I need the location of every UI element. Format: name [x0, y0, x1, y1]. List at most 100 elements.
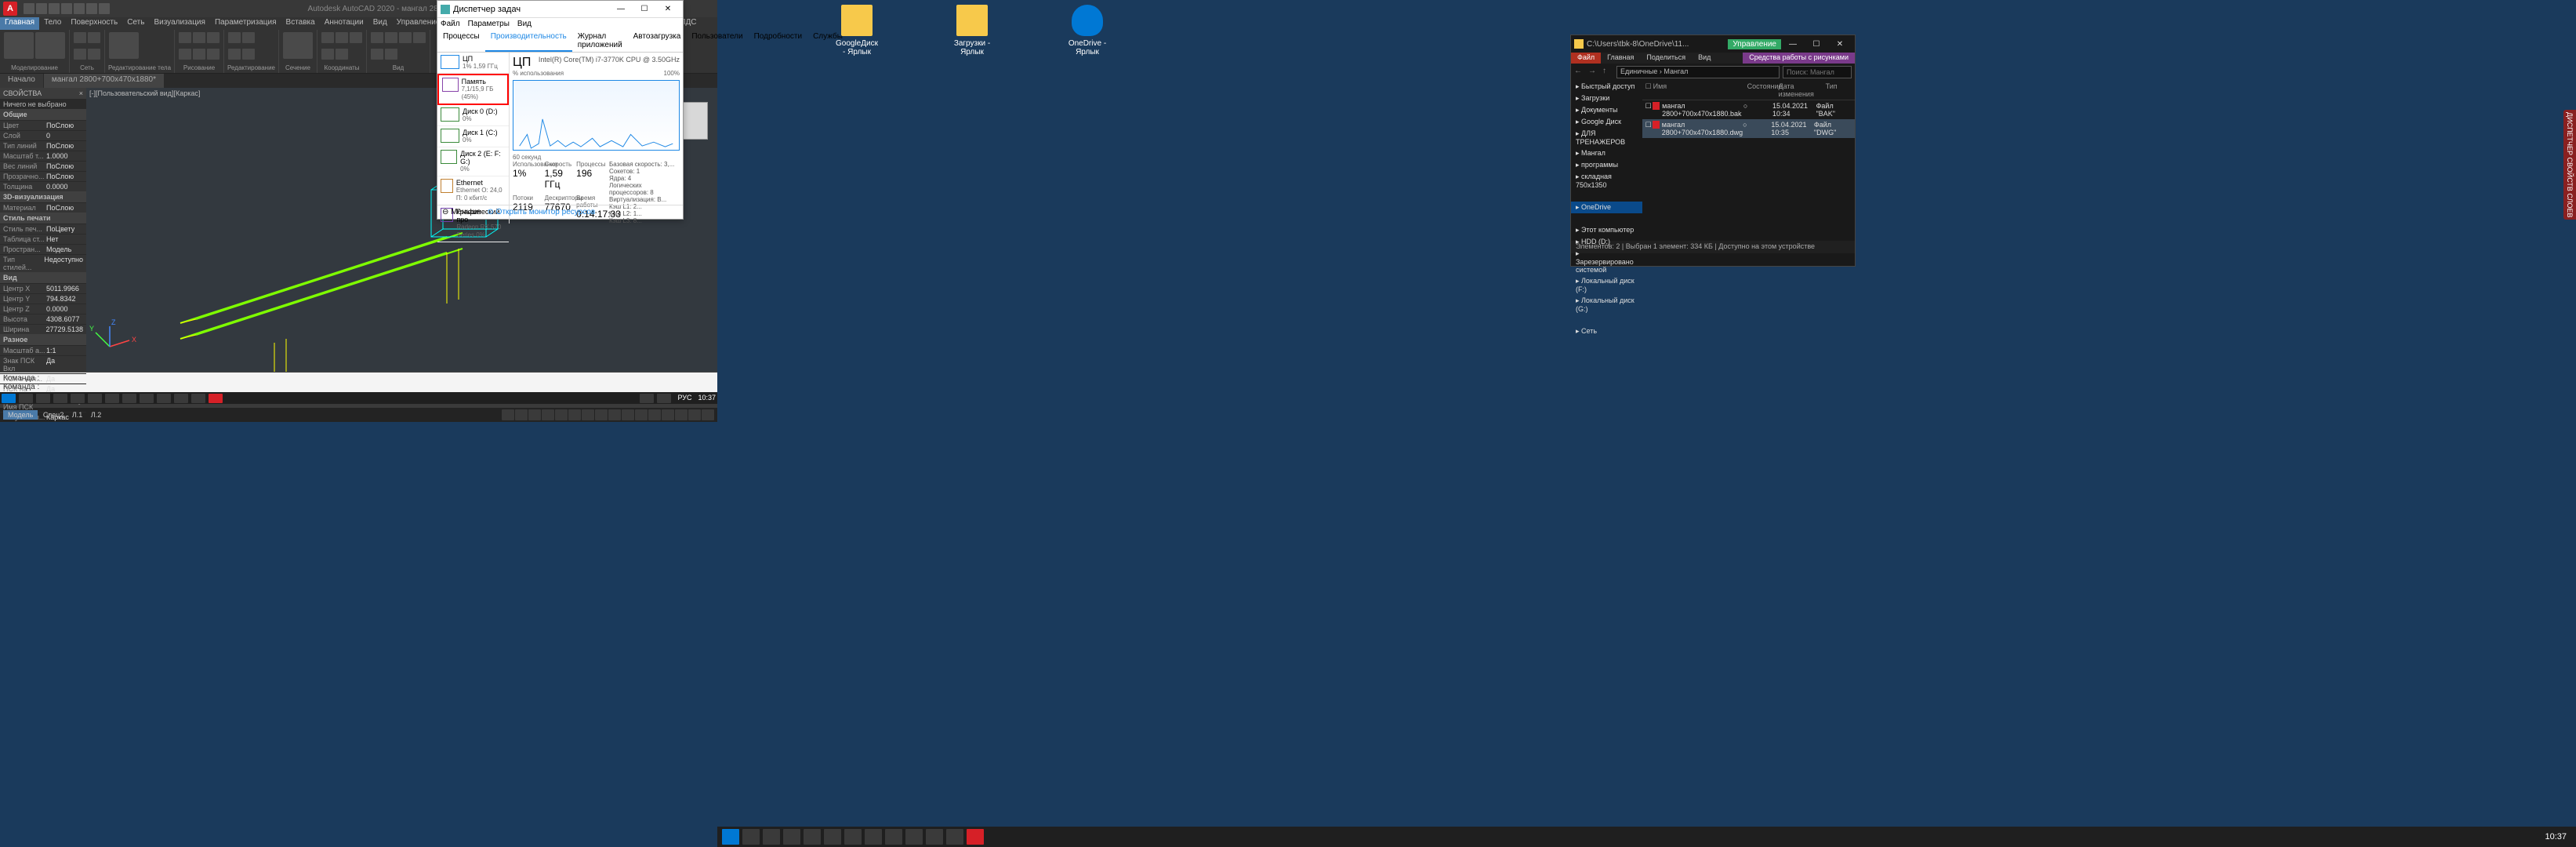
- tree-item[interactable]: ▸ ДЛЯ ТРЕНАЖЕРОВ: [1571, 128, 1642, 147]
- tm-sidebar-item[interactable]: Диск 0 (D:)0%: [437, 105, 509, 126]
- qat-btn[interactable]: [49, 3, 60, 14]
- prop-row[interactable]: Высота4308.6077: [0, 314, 86, 324]
- tab-file[interactable]: мангал 2800+700х470х1880*: [44, 74, 164, 88]
- prop-row[interactable]: ЦветПоСлою: [0, 120, 86, 130]
- prop-row[interactable]: Масштаб т...1.0000: [0, 151, 86, 161]
- tree-item[interactable]: ▸ Google Диск: [1571, 116, 1642, 128]
- prop-row[interactable]: Вес линийПоСлою: [0, 161, 86, 171]
- tree-item[interactable]: ▸ Сеть: [1571, 325, 1642, 337]
- maximize-button[interactable]: ☐: [633, 5, 656, 13]
- rib-btn[interactable]: [4, 32, 34, 59]
- tree-item[interactable]: [1571, 314, 1642, 325]
- taskbar-m2[interactable]: 10:37: [717, 827, 2576, 847]
- qat-btn[interactable]: [99, 3, 110, 14]
- lang-indicator[interactable]: РУС: [674, 394, 695, 403]
- file-row[interactable]: ☐мангал 2800+700х470х1880.dwg○15.04.2021…: [1642, 119, 1855, 138]
- clock[interactable]: 10:37: [2538, 832, 2573, 842]
- prop-row[interactable]: Таблица ст...Нет: [0, 234, 86, 244]
- file-row[interactable]: ☐мангал 2800+700х470х1880.bak○15.04.2021…: [1642, 100, 1855, 119]
- tm-sidebar-item[interactable]: Память7,1/15,9 ГБ (45%): [437, 74, 509, 105]
- maximize-button[interactable]: ☐: [1805, 40, 1828, 49]
- prop-row[interactable]: Тип стилей...Недоступно: [0, 254, 86, 272]
- prop-row[interactable]: Ширина27729.5138: [0, 324, 86, 334]
- minimize-button[interactable]: —: [609, 5, 633, 13]
- rib-btn[interactable]: [88, 32, 100, 43]
- prop-row[interactable]: Центр X5011.9966: [0, 283, 86, 293]
- tree-item[interactable]: ▸ Быстрый доступ: [1571, 81, 1642, 93]
- tab[interactable]: Визуализация: [149, 17, 209, 30]
- tree-item[interactable]: ▸ Зарезервировано системой: [1571, 248, 1642, 275]
- prop-row[interactable]: Простран...Модель: [0, 244, 86, 254]
- model-tab[interactable]: Модель: [3, 410, 38, 420]
- less-button[interactable]: ⊖ Меньше: [442, 208, 481, 216]
- tab[interactable]: Тело: [39, 17, 66, 30]
- tm-sidebar: ЦП1% 1,59 ГГцПамять7,1/15,9 ГБ (45%)Диск…: [437, 53, 510, 224]
- tm-sidebar-item[interactable]: Диск 1 (C:)0%: [437, 126, 509, 147]
- tab[interactable]: Вставка: [281, 17, 320, 30]
- qat-btn[interactable]: [24, 3, 34, 14]
- desktop-icon[interactable]: Загрузки - Ярлык: [949, 5, 996, 56]
- tm-sidebar-item[interactable]: Диск 2 (E: F: G:)0%: [437, 147, 509, 176]
- tree-item[interactable]: ▸ Документы: [1571, 104, 1642, 116]
- tb-btn[interactable]: [19, 394, 33, 403]
- start-button[interactable]: [2, 394, 16, 403]
- rib-btn[interactable]: [74, 32, 86, 43]
- prop-row[interactable]: Знак ПСК ВклДа: [0, 355, 86, 373]
- qat-btn[interactable]: [61, 3, 72, 14]
- tree-item[interactable]: ▸ Локальный диск (F:): [1571, 275, 1642, 295]
- prop-row[interactable]: Тип линийПоСлою: [0, 140, 86, 151]
- tree-item[interactable]: [1571, 191, 1642, 202]
- taskbar-m1[interactable]: РУС 10:37: [0, 392, 717, 404]
- rib-btn[interactable]: [109, 32, 139, 59]
- close-button[interactable]: ✕: [1828, 40, 1852, 49]
- tab-main[interactable]: Главная: [0, 17, 39, 30]
- prop-row[interactable]: Слой0: [0, 130, 86, 140]
- prop-row[interactable]: Центр Y794.8342: [0, 293, 86, 304]
- layer-manager-tab[interactable]: ДИСПЕТЧЕР СВОЙСТВ СЛОЕВ: [2563, 110, 2576, 220]
- close-icon[interactable]: ×: [79, 89, 83, 97]
- desktop-icon[interactable]: GoogleДиск - Ярлык: [833, 5, 880, 56]
- tree-item[interactable]: ▸ Локальный диск (G:): [1571, 295, 1642, 314]
- back-button[interactable]: ←: [1574, 67, 1585, 78]
- address-bar[interactable]: Единичные › Мангал: [1616, 66, 1780, 78]
- tab[interactable]: Параметризация: [210, 17, 281, 30]
- tree-item[interactable]: ▸ OneDrive: [1571, 202, 1642, 213]
- tree-item[interactable]: [1571, 213, 1642, 224]
- prop-row[interactable]: Прозрачно...ПоСлою: [0, 171, 86, 181]
- tree-item[interactable]: ▸ складная 750х1350: [1571, 171, 1642, 191]
- tab[interactable]: Аннотации: [320, 17, 368, 30]
- qat-btn[interactable]: [74, 3, 85, 14]
- explorer-window[interactable]: C:\Users\tbk-8\OneDrive\11... Управление…: [1570, 35, 1856, 267]
- resource-monitor-link[interactable]: ⊙ Открыть монитор ресурсов: [488, 208, 596, 216]
- tree-item[interactable]: ▸ программы: [1571, 159, 1642, 171]
- minimize-button[interactable]: —: [1781, 40, 1805, 49]
- tab[interactable]: Поверхность: [66, 17, 122, 30]
- tab[interactable]: Сеть: [122, 17, 149, 30]
- start-button[interactable]: [722, 829, 739, 845]
- tab[interactable]: Вид: [368, 17, 392, 30]
- clock[interactable]: 10:37: [698, 394, 716, 403]
- up-button[interactable]: ↑: [1602, 67, 1613, 78]
- close-button[interactable]: ✕: [656, 5, 680, 13]
- acad-logo[interactable]: A: [3, 2, 17, 16]
- tm-sidebar-item[interactable]: ЦП1% 1,59 ГГц: [437, 53, 509, 74]
- rib-btn[interactable]: [35, 32, 65, 59]
- prop-row[interactable]: Центр Z0.0000: [0, 304, 86, 314]
- search-input[interactable]: [1783, 66, 1852, 78]
- tree-item[interactable]: ▸ Мангал: [1571, 147, 1642, 159]
- forward-button[interactable]: →: [1588, 67, 1599, 78]
- qat-btn[interactable]: [36, 3, 47, 14]
- tm-sidebar-item[interactable]: EthernetEthernet О: 24,0 П: 0 кбит/с: [437, 176, 509, 205]
- tab-start[interactable]: Начало: [0, 74, 43, 88]
- prop-row[interactable]: Стиль печ...ПоЦвету: [0, 224, 86, 234]
- desktop-icon[interactable]: OneDrive - Ярлык: [1064, 5, 1111, 56]
- prop-row[interactable]: Масштаб а...1:1: [0, 345, 86, 355]
- qat-btn[interactable]: [86, 3, 97, 14]
- prop-row[interactable]: МатериалПоСлою: [0, 202, 86, 213]
- tree-item[interactable]: ▸ Этот компьютер: [1571, 224, 1642, 236]
- folder-icon: [1574, 39, 1584, 49]
- prop-row[interactable]: Толщина0.0000: [0, 181, 86, 191]
- tree-item[interactable]: ▸ Загрузки: [1571, 93, 1642, 104]
- stat-btn[interactable]: [502, 409, 514, 420]
- task-manager-window[interactable]: Диспетчер задач — ☐ ✕ Файл Параметры Вид…: [437, 0, 684, 220]
